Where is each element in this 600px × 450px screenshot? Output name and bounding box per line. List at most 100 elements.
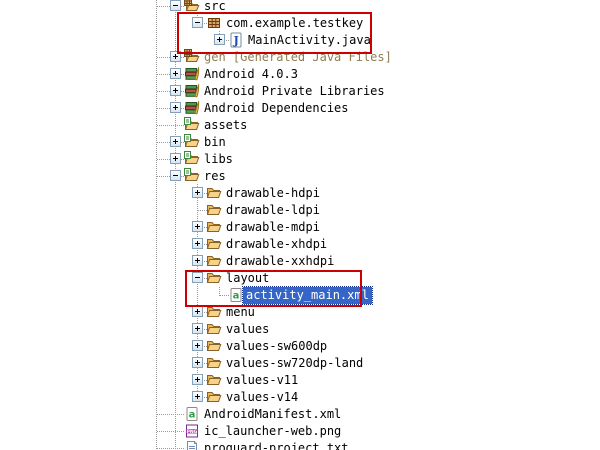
folder-icon (206, 372, 222, 388)
tree-item-android-4-0-3[interactable]: Android 4.0.3 (0, 66, 600, 83)
text-file-icon (184, 440, 200, 450)
tree-item-label: layout (226, 270, 269, 287)
java-file-icon (228, 32, 244, 48)
expand-toggle[interactable] (192, 255, 203, 266)
tree-item-values-v11[interactable]: values-v11 (0, 372, 600, 389)
folder-icon (206, 321, 222, 337)
tree-item-label: bin (204, 134, 226, 151)
folder-icon (206, 338, 222, 354)
tree-item-label: values-sw600dp (226, 338, 327, 355)
tree-item-label: drawable-mdpi (226, 219, 320, 236)
tree-item-label: values-v14 (226, 389, 298, 406)
folder-icon (206, 304, 222, 320)
tree-item-ic-launcher-web-png[interactable]: ic_launcher-web.png (0, 423, 600, 440)
tree-item-assets[interactable]: assets (0, 117, 600, 134)
tree-rows: src com.example.testkey MainActivity.jav… (0, 0, 600, 450)
tree-item-label: MainActivity.java (248, 32, 371, 49)
tree-item-label: proguard-project.txt (204, 440, 349, 450)
tree-item-drawable-ldpi[interactable]: drawable-ldpi (0, 202, 600, 219)
expand-toggle[interactable] (192, 340, 203, 351)
tree-item-androidmanifest-xml[interactable]: AndroidManifest.xml (0, 406, 600, 423)
folder-icon (206, 270, 222, 286)
collapse-toggle[interactable] (170, 170, 181, 181)
tree-item-android-dependencies[interactable]: Android Dependencies (0, 100, 600, 117)
folder-icon (206, 355, 222, 371)
folder-icon (206, 219, 222, 235)
tree-item-values-sw600dp[interactable]: values-sw600dp (0, 338, 600, 355)
tree-item-label: src (204, 0, 226, 15)
tree-item-label: drawable-xhdpi (226, 236, 327, 253)
tree-item-activity-main-xml[interactable]: activity_main.xml (0, 287, 600, 304)
expand-toggle[interactable] (192, 357, 203, 368)
tree-item-mainactivity-java[interactable]: MainActivity.java (0, 32, 600, 49)
tree-item-proguard-project-txt[interactable]: proguard-project.txt (0, 440, 600, 450)
expand-toggle[interactable] (192, 221, 203, 232)
tree-item-label: drawable-ldpi (226, 202, 320, 219)
expand-toggle[interactable] (170, 85, 181, 96)
tree-item-res[interactable]: res (0, 168, 600, 185)
folder-icon (206, 236, 222, 252)
tree-connector (157, 125, 185, 126)
tree-item-menu[interactable]: menu (0, 304, 600, 321)
expand-toggle[interactable] (170, 68, 181, 79)
tree-item-src[interactable]: src (0, 0, 600, 15)
expand-toggle[interactable] (192, 391, 203, 402)
tree-item-drawable-hdpi[interactable]: drawable-hdpi (0, 185, 600, 202)
tree-item-label: drawable-hdpi (226, 185, 320, 202)
collapse-toggle[interactable] (170, 0, 181, 11)
tree-item-label: Android 4.0.3 (204, 66, 298, 83)
expand-toggle[interactable] (192, 306, 203, 317)
library-icon (184, 66, 200, 82)
tree-item-label: AndroidManifest.xml (204, 406, 341, 423)
folder-icon (206, 202, 222, 218)
tree-item-layout[interactable]: layout (0, 270, 600, 287)
tree-item-label: libs (204, 151, 233, 168)
expand-toggle[interactable] (170, 153, 181, 164)
folder-icon (206, 185, 222, 201)
tree-item-label: Android Dependencies (204, 100, 349, 117)
tree-item-label: drawable-xxhdpi (226, 253, 334, 270)
expand-toggle[interactable] (170, 51, 181, 62)
tree-item-label: res (204, 168, 226, 185)
tree-item-android-private-libraries[interactable]: Android Private Libraries (0, 83, 600, 100)
folder-icon (184, 168, 200, 184)
collapse-toggle[interactable] (192, 272, 203, 283)
expand-toggle[interactable] (214, 34, 225, 45)
tree-item-bin[interactable]: bin (0, 134, 600, 151)
tree-item-gen[interactable]: gen [Generated Java Files] (0, 49, 600, 66)
collapse-toggle[interactable] (192, 17, 203, 28)
expand-toggle[interactable] (170, 102, 181, 113)
folder-icon (206, 253, 222, 269)
source-folder-icon (184, 49, 200, 65)
tree-item-drawable-xhdpi[interactable]: drawable-xhdpi (0, 236, 600, 253)
tree-item-label: ic_launcher-web.png (204, 423, 341, 440)
folder-icon (206, 389, 222, 405)
tree-item-label: gen [Generated Java Files] (204, 49, 392, 66)
expand-toggle[interactable] (192, 374, 203, 385)
tree-connector (157, 414, 185, 415)
folder-icon (184, 117, 200, 133)
tree-item-values[interactable]: values (0, 321, 600, 338)
tree-item-label: menu (226, 304, 255, 321)
tree-item-drawable-mdpi[interactable]: drawable-mdpi (0, 219, 600, 236)
tree-item-drawable-xxhdpi[interactable]: drawable-xxhdpi (0, 253, 600, 270)
tree-item-package-com-example-testkey[interactable]: com.example.testkey (0, 15, 600, 32)
expand-toggle[interactable] (192, 238, 203, 249)
tree-connector (157, 431, 185, 432)
tree-item-label: values (226, 321, 269, 338)
tree-item-label: assets (204, 117, 247, 134)
tree-item-values-sw720dp-land[interactable]: values-sw720dp-land (0, 355, 600, 372)
tree-item-label: com.example.testkey (226, 15, 363, 32)
folder-icon (184, 151, 200, 167)
tree-item-libs[interactable]: libs (0, 151, 600, 168)
xml-file-icon (228, 287, 244, 303)
folder-icon (184, 134, 200, 150)
expand-toggle[interactable] (192, 323, 203, 334)
source-folder-icon (184, 0, 200, 14)
expand-toggle[interactable] (192, 187, 203, 198)
java-package-icon (206, 15, 222, 31)
tree-connector (157, 448, 185, 449)
tree-item-values-v14[interactable]: values-v14 (0, 389, 600, 406)
expand-toggle[interactable] (170, 136, 181, 147)
xml-file-icon (184, 406, 200, 422)
